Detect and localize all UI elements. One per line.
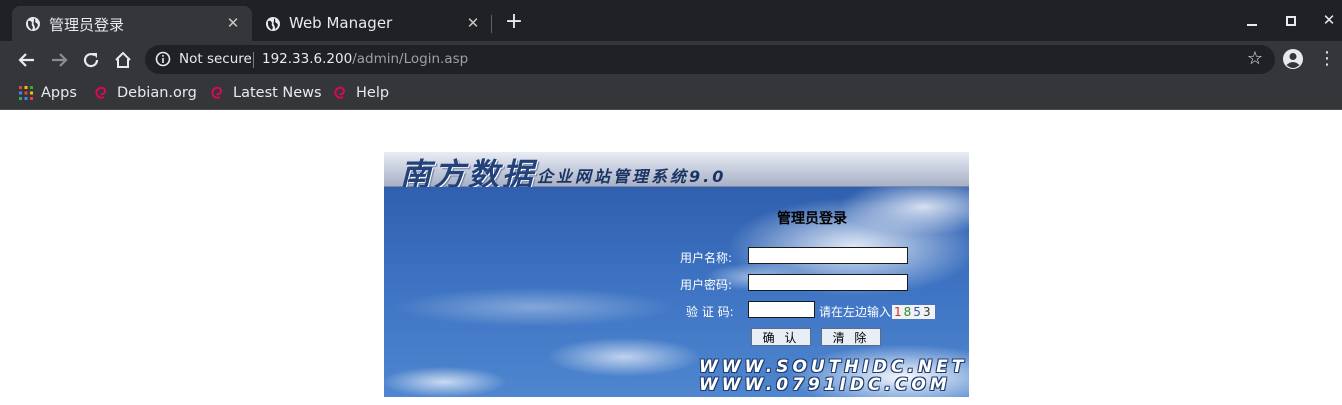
captcha-digit: 8 bbox=[903, 305, 914, 319]
bookmark-help[interactable]: Help bbox=[333, 81, 389, 105]
bookmark-debian[interactable]: Debian.org bbox=[94, 81, 197, 105]
info-icon[interactable] bbox=[155, 51, 171, 67]
close-window-icon[interactable]: ✕ bbox=[1317, 8, 1341, 32]
bookmark-label: Debian.org bbox=[117, 85, 197, 101]
tab-title: 管理员登录 bbox=[49, 16, 125, 34]
password-input[interactable] bbox=[748, 274, 908, 291]
tab-title: Web Manager bbox=[289, 14, 393, 32]
bookmark-star-icon[interactable]: ☆ bbox=[1247, 48, 1263, 69]
site-url-southidc: WWW.SOUTHIDC.NET bbox=[699, 357, 968, 377]
url-text[interactable]: 192.33.6.200/admin/Login.asp bbox=[262, 51, 468, 67]
close-tab-icon[interactable]: ✕ bbox=[224, 14, 242, 32]
product-title: 企业网站管理系统9.0 bbox=[537, 167, 727, 186]
home-icon[interactable] bbox=[110, 46, 136, 72]
debian-swirl-icon bbox=[211, 86, 222, 99]
tab-admin-login[interactable]: 管理员登录 ✕ bbox=[12, 6, 252, 41]
new-tab-button[interactable]: + bbox=[503, 11, 525, 33]
bookmarks-bar: Apps Debian.org Latest News Help bbox=[0, 78, 1342, 110]
address-bar[interactable]: Not secure 192.33.6.200/admin/Login.asp … bbox=[145, 45, 1275, 74]
address-divider bbox=[253, 52, 254, 68]
bookmark-latest-news[interactable]: Latest News bbox=[210, 81, 322, 105]
bookmark-label: Latest News bbox=[233, 85, 322, 101]
maximize-icon[interactable] bbox=[1279, 8, 1303, 32]
captcha-input[interactable] bbox=[748, 301, 815, 318]
page-content: 南方数据 企业网站管理系统9.0 管理员登录 用户名称: 用户密码: 验 证 码… bbox=[0, 110, 1342, 405]
not-secure-label[interactable]: Not secure bbox=[179, 51, 252, 67]
login-panel: 南方数据 企业网站管理系统9.0 管理员登录 用户名称: 用户密码: 验 证 码… bbox=[384, 152, 969, 397]
captcha-label: 验 证 码: bbox=[686, 305, 734, 319]
debian-swirl-icon bbox=[95, 86, 106, 99]
bookmark-apps[interactable]: Apps bbox=[19, 81, 77, 105]
back-arrow-icon[interactable] bbox=[14, 46, 40, 72]
tab-strip: 管理员登录 ✕ Web Manager ✕ + ✕ bbox=[0, 0, 1342, 41]
url-host: 192.33.6.200 bbox=[262, 51, 353, 67]
close-tab-icon[interactable]: ✕ bbox=[464, 14, 482, 32]
account-icon[interactable] bbox=[1282, 48, 1304, 70]
browser-toolbar: Not secure 192.33.6.200/admin/Login.asp … bbox=[0, 41, 1342, 78]
url-path: /admin/Login.asp bbox=[352, 51, 469, 67]
captcha-image: 1853 bbox=[892, 305, 935, 319]
site-url-0791idc: WWW.0791IDC.COM bbox=[699, 375, 951, 395]
apps-grid-icon bbox=[19, 86, 33, 100]
captcha-digit: 1 bbox=[894, 305, 904, 319]
login-form-title: 管理员登录 bbox=[777, 211, 847, 227]
globe-icon bbox=[26, 17, 40, 31]
reload-icon[interactable] bbox=[78, 46, 104, 72]
username-label: 用户名称: bbox=[680, 251, 733, 265]
debian-swirl-icon bbox=[334, 86, 345, 99]
header-banner: 南方数据 企业网站管理系统9.0 bbox=[384, 152, 969, 193]
minimize-icon[interactable] bbox=[1240, 8, 1264, 32]
confirm-button[interactable]: 确 认 bbox=[751, 328, 811, 346]
clear-button[interactable]: 清 除 bbox=[821, 328, 881, 346]
captcha-hint: 请在左边输入 1853 bbox=[819, 303, 935, 320]
username-input[interactable] bbox=[748, 247, 908, 264]
globe-icon bbox=[266, 17, 280, 31]
captcha-digit: 3 bbox=[922, 305, 933, 319]
bookmark-label: Help bbox=[356, 85, 390, 101]
forward-arrow-icon[interactable] bbox=[46, 46, 72, 72]
tab-web-manager[interactable]: Web Manager ✕ bbox=[252, 6, 492, 41]
password-label: 用户密码: bbox=[680, 278, 733, 292]
captcha-digit: 5 bbox=[913, 305, 923, 319]
tab-separator bbox=[491, 15, 492, 33]
captcha-hint-text: 请在左边输入 bbox=[819, 305, 892, 319]
more-options-icon[interactable]: ⋮ bbox=[1318, 47, 1336, 71]
bookmark-label: Apps bbox=[41, 85, 77, 101]
